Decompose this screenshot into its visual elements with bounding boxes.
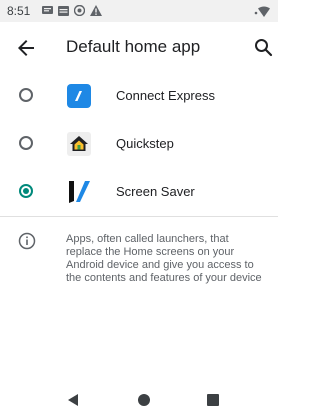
settings-status-icon <box>74 5 85 16</box>
info-icon <box>18 232 36 250</box>
divider <box>0 216 278 217</box>
status-notification-icons <box>42 5 102 16</box>
nav-home-icon[interactable] <box>138 394 150 406</box>
search-icon[interactable] <box>252 36 276 60</box>
app-option-quickstep[interactable]: Quickstep <box>0 121 278 169</box>
connect-express-icon <box>67 84 91 108</box>
quickstep-home-icon <box>67 132 91 156</box>
calendar-icon <box>58 5 69 16</box>
screen-saver-icon <box>69 181 90 203</box>
wifi-icon <box>258 6 270 17</box>
radio-button[interactable] <box>19 88 33 102</box>
app-option-label: Connect Express <box>116 88 215 103</box>
page-title: Default home app <box>66 37 201 56</box>
app-option-label: Screen Saver <box>116 184 195 199</box>
status-time: 8:51 <box>7 4 31 18</box>
status-bar: 8:51 <box>0 0 278 22</box>
message-icon <box>42 5 53 14</box>
nav-back-icon[interactable] <box>66 393 80 407</box>
navigation-bar <box>0 385 278 415</box>
app-option-label: Quickstep <box>116 136 174 151</box>
app-bar: Default home app <box>0 22 278 74</box>
nav-recents-icon[interactable] <box>207 394 219 406</box>
radio-button-selected[interactable] <box>19 184 33 198</box>
radio-button[interactable] <box>19 136 33 150</box>
warning-icon <box>90 5 102 16</box>
app-option-screen-saver[interactable]: Screen Saver <box>0 169 278 217</box>
back-arrow-icon[interactable] <box>14 36 38 60</box>
app-option-connect-express[interactable]: Connect Express <box>0 73 278 121</box>
status-system-icons <box>254 5 270 17</box>
info-description: Apps, often called launchers, that repla… <box>66 233 262 284</box>
